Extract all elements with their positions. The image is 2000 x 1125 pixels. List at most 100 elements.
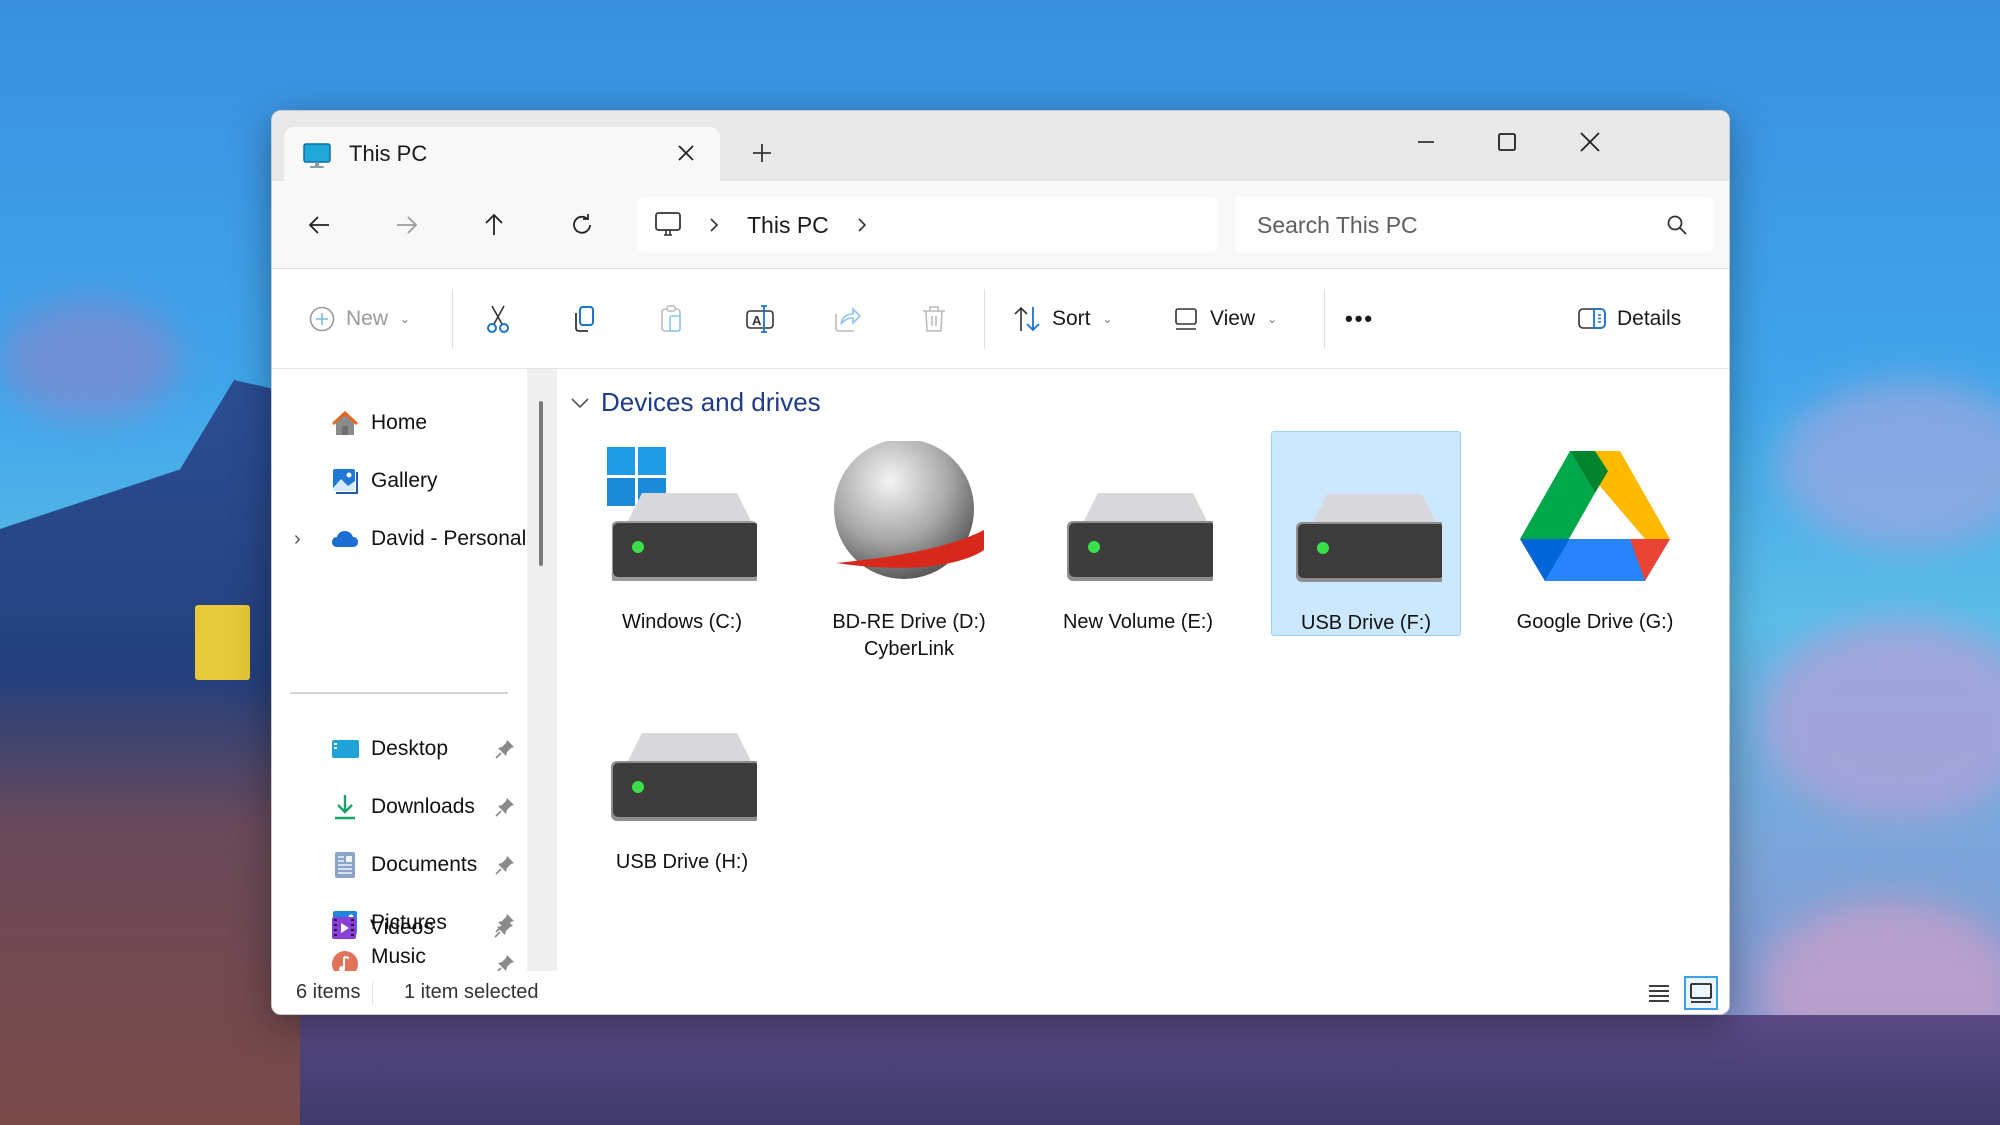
drive-label: Windows (C:) [621,611,742,633]
navigation-scrollbar[interactable] [527,369,557,971]
search-input[interactable]: Search This PC [1235,197,1713,253]
sort-icon [1014,306,1040,332]
new-label: New [346,307,389,330]
breadcrumb[interactable]: This PC [637,197,1217,253]
svg-text:A: A [752,313,762,328]
sidebar-item-gallery[interactable]: Gallery [272,457,527,505]
hard-drive-icon [1296,494,1442,582]
group-header-devices[interactable]: Devices and drives [569,387,821,418]
arrow-up-icon [485,213,503,235]
close-window-button[interactable] [1560,117,1620,167]
up-button[interactable] [472,203,516,247]
sidebar-label: Desktop [371,737,449,760]
maximize-icon [1498,133,1516,151]
sidebar-item-downloads[interactable]: Downloads [272,783,527,831]
command-bar: New ⌄ A Sort ⌄ View ⌄ ••• Details [272,269,1729,369]
drive-label: USB Drive (F:) [1301,612,1431,634]
close-icon [678,145,694,161]
pin-icon[interactable] [494,854,516,876]
sidebar-item-documents[interactable]: Documents [272,841,527,889]
item-count: 6 items [296,981,361,1003]
paste-button[interactable] [658,297,686,341]
new-button[interactable]: New ⌄ [308,297,410,341]
chevron-right-icon[interactable]: › [294,528,301,551]
chevron-down-icon: ⌄ [400,312,411,326]
rename-button[interactable]: A [744,297,776,341]
arrow-right-icon [397,216,418,234]
delete-button[interactable] [920,297,948,341]
sort-button[interactable]: Sort ⌄ [1012,297,1113,341]
wallpaper-cloud [1760,620,2000,820]
drive-sublabel: CyberLink [863,638,955,660]
file-explorer-window: This PC This PC Search This PC New ⌄ A S… [271,110,1730,1015]
details-pane-button[interactable]: Details [1577,297,1681,341]
tab-this-pc[interactable]: This PC [284,127,720,181]
monitor-icon [303,143,331,168]
sidebar-label: David - Personal [371,527,527,550]
plus-circle-icon [309,306,335,332]
maximize-button[interactable] [1477,117,1537,167]
pin-icon[interactable] [494,796,516,818]
back-button[interactable] [298,203,342,247]
drive-tile-e[interactable]: New Volume (E:) [1043,431,1233,636]
sidebar-item-music[interactable]: Music [272,945,527,977]
trash-icon [923,306,945,332]
tiles-view-button[interactable] [1684,976,1718,1010]
sidebar-item-videos[interactable]: Videos [271,906,526,950]
sidebar-label: Documents [371,853,478,876]
wallpaper-cloud [0,300,180,420]
google-drive-icon [1520,451,1670,581]
ellipsis-icon: ••• [1345,306,1375,331]
chevron-right-icon[interactable] [855,216,869,234]
cut-button[interactable] [484,297,512,341]
view-button[interactable]: View ⌄ [1172,297,1277,341]
details-view-button[interactable] [1642,976,1676,1010]
hard-drive-icon [611,733,757,821]
content-area: Devices and drives Windows (C:) BD-RE Dr… [557,369,1729,971]
chevron-down-icon: ⌄ [1267,312,1278,326]
view-icon [1175,308,1197,330]
title-bar: This PC [272,111,1729,181]
status-bar: 6 items 1 item selected [272,971,1729,1014]
view-label: View [1210,307,1256,330]
sidebar-divider [290,692,508,694]
new-tab-button[interactable] [742,133,782,173]
drive-tile-d[interactable]: BD-RE Drive (D:) CyberLink [814,431,1004,661]
copy-button[interactable] [570,297,598,341]
forward-button[interactable] [384,203,428,247]
sidebar-item-desktop[interactable]: Desktop [272,725,527,773]
chevron-right-icon[interactable] [707,216,721,234]
scissors-icon [487,305,509,333]
close-tab-button[interactable] [668,135,704,171]
breadcrumb-this-pc[interactable]: This PC [747,212,829,239]
selection-count: 1 item selected [404,981,539,1003]
drive-tile-f[interactable]: USB Drive (F:) [1271,431,1461,636]
sidebar-label: Gallery [371,469,438,492]
windows-drive-icon [607,447,757,581]
search-placeholder: Search This PC [1257,212,1418,238]
pin-icon[interactable] [493,917,515,939]
details-pane-icon [1578,308,1606,329]
drive-label: BD-RE Drive (D:) [832,611,986,633]
search-icon[interactable] [1665,213,1689,237]
plus-icon [753,144,771,162]
details-label: Details [1617,307,1682,330]
sidebar-item-onedrive[interactable]: › David - Personal [272,515,527,563]
refresh-button[interactable] [560,203,604,247]
divider [984,289,985,349]
drive-tile-h[interactable]: USB Drive (H:) [587,671,777,876]
hard-drive-icon [1067,493,1213,581]
drive-tile-c[interactable]: Windows (C:) [587,431,777,636]
wallpaper-house [0,380,300,1125]
scrollbar-thumb[interactable] [539,401,543,566]
sidebar-item-home[interactable]: Home [272,399,527,447]
copy-icon [575,306,594,332]
drive-tile-g[interactable]: Google Drive (G:) [1500,431,1690,636]
drive-label: Google Drive (G:) [1516,611,1674,633]
share-icon [835,307,862,332]
minimize-button[interactable] [1396,117,1456,167]
more-options-button[interactable]: ••• [1345,297,1374,341]
wallpaper-ground [300,1015,2000,1125]
pin-icon[interactable] [494,738,516,760]
share-button[interactable] [832,297,862,341]
